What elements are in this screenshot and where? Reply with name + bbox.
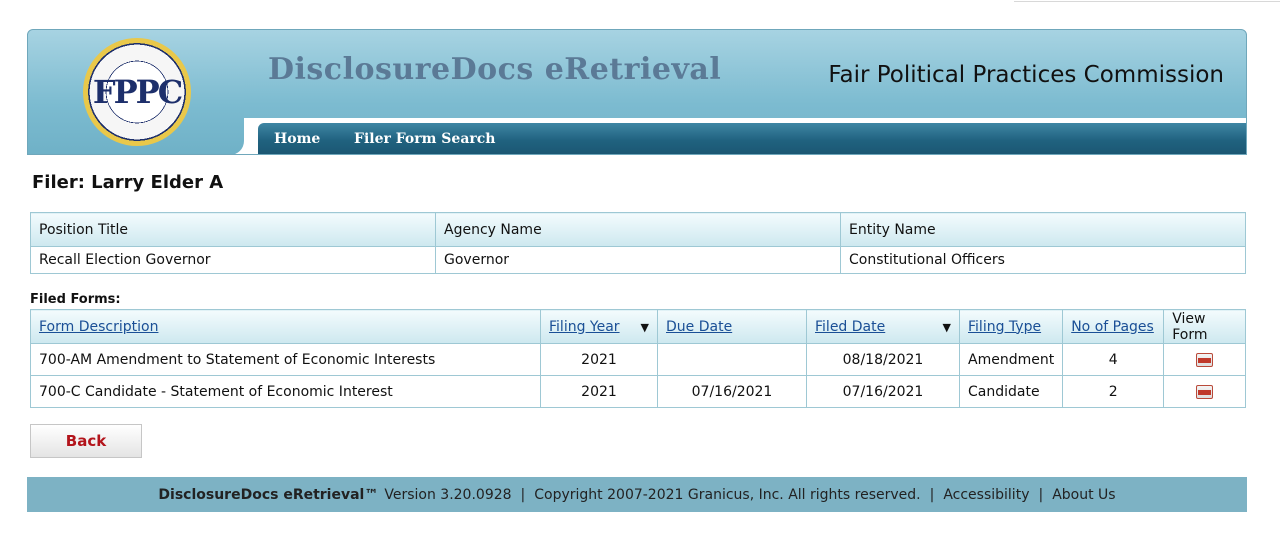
filer-info-table: Position Title Agency Name Entity Name R…	[30, 212, 1246, 274]
sort-form-description-link[interactable]: Form Description	[39, 319, 158, 335]
col-due-date[interactable]: Due Date	[657, 309, 807, 344]
col-form-description[interactable]: Form Description	[30, 309, 541, 344]
cell-position-title: Recall Election Governor	[30, 246, 436, 274]
fppc-seal-logo[interactable]: FPPC	[83, 38, 191, 146]
nav-filer-form-search[interactable]: Filer Form Search	[354, 131, 495, 147]
cell-entity-name: Constitutional Officers	[840, 246, 1246, 274]
cell-view-form	[1163, 343, 1246, 376]
footer-copyright: Copyright 2007-2021 Granicus, Inc. All r…	[534, 486, 921, 503]
org-title: Fair Political Practices Commission	[828, 62, 1224, 88]
pdf-icon[interactable]	[1196, 352, 1214, 367]
cell-form-description: 700-AM Amendment to Statement of Economi…	[30, 343, 541, 376]
col-view-form: View Form	[1163, 309, 1246, 344]
cell-due-date	[657, 343, 807, 376]
col-entity-name: Entity Name	[840, 212, 1246, 247]
cell-form-description: 700-C Candidate - Statement of Economic …	[30, 375, 541, 408]
cell-view-form	[1163, 375, 1246, 408]
cell-filing-year: 2021	[540, 375, 658, 408]
cell-filing-type: Amendment	[958, 343, 1064, 376]
logo-text: FPPC	[92, 73, 183, 111]
page-header: FPPC DisclosureDocs eRetrieval Fair Poli…	[27, 29, 1247, 155]
sort-no-of-pages-link[interactable]: No of Pages	[1071, 319, 1154, 335]
cell-filing-year: 2021	[540, 343, 658, 376]
top-divider-line	[1014, 1, 1280, 2]
app-title: DisclosureDocs eRetrieval	[268, 52, 722, 87]
footer-accessibility-link[interactable]: Accessibility	[943, 487, 1029, 503]
sort-filing-type-link[interactable]: Filing Type	[968, 319, 1041, 335]
sort-filing-year-link[interactable]: Filing Year	[549, 319, 620, 335]
main-nav: Home Filer Form Search	[258, 123, 1246, 154]
cell-no-of-pages: 4	[1062, 343, 1165, 376]
table-row: Recall Election Governor Governor Consti…	[30, 246, 1246, 274]
table-row: 700-AM Amendment to Statement of Economi…	[30, 343, 1246, 376]
back-button[interactable]: Back	[30, 424, 142, 458]
col-filing-year[interactable]: Filing Year ▼	[540, 309, 658, 344]
col-filing-type[interactable]: Filing Type	[958, 309, 1064, 344]
filer-heading: Filer: Larry Elder A	[32, 172, 224, 193]
filed-forms-label: Filed Forms:	[30, 292, 121, 307]
col-agency-name: Agency Name	[435, 212, 841, 247]
sort-filed-date-link[interactable]: Filed Date	[815, 319, 885, 335]
footer-separator: |	[1038, 486, 1044, 503]
footer-about-link[interactable]: About Us	[1052, 487, 1115, 503]
cell-filed-date: 08/18/2021	[806, 343, 960, 376]
sort-due-date-link[interactable]: Due Date	[666, 319, 732, 335]
sort-desc-icon[interactable]: ▼	[943, 321, 951, 334]
cell-agency-name: Governor	[435, 246, 841, 274]
page-footer: DisclosureDocs eRetrieval™ Version 3.20.…	[27, 477, 1247, 512]
table-row: 700-C Candidate - Statement of Economic …	[30, 375, 1246, 408]
cell-filed-date: 07/16/2021	[806, 375, 960, 408]
footer-separator: |	[929, 486, 935, 503]
col-position-title: Position Title	[30, 212, 436, 247]
sort-desc-icon[interactable]: ▼	[641, 321, 649, 334]
logo-tab: FPPC	[28, 30, 244, 154]
cell-due-date: 07/16/2021	[657, 375, 807, 408]
cell-no-of-pages: 2	[1062, 375, 1165, 408]
footer-version: Version 3.20.0928	[384, 486, 512, 503]
table-header-row: Position Title Agency Name Entity Name	[30, 212, 1246, 247]
pdf-icon[interactable]	[1196, 384, 1214, 399]
cell-filing-type: Candidate	[958, 375, 1064, 408]
col-no-of-pages[interactable]: No of Pages	[1062, 309, 1165, 344]
col-filed-date[interactable]: Filed Date ▼	[806, 309, 960, 344]
filed-forms-table: Form Description Filing Year ▼ Due Date F…	[30, 309, 1246, 408]
footer-brand: DisclosureDocs eRetrieval™	[158, 486, 379, 503]
footer-separator: |	[520, 486, 526, 503]
nav-home[interactable]: Home	[274, 131, 320, 147]
table-header-row: Form Description Filing Year ▼ Due Date F…	[30, 309, 1246, 344]
